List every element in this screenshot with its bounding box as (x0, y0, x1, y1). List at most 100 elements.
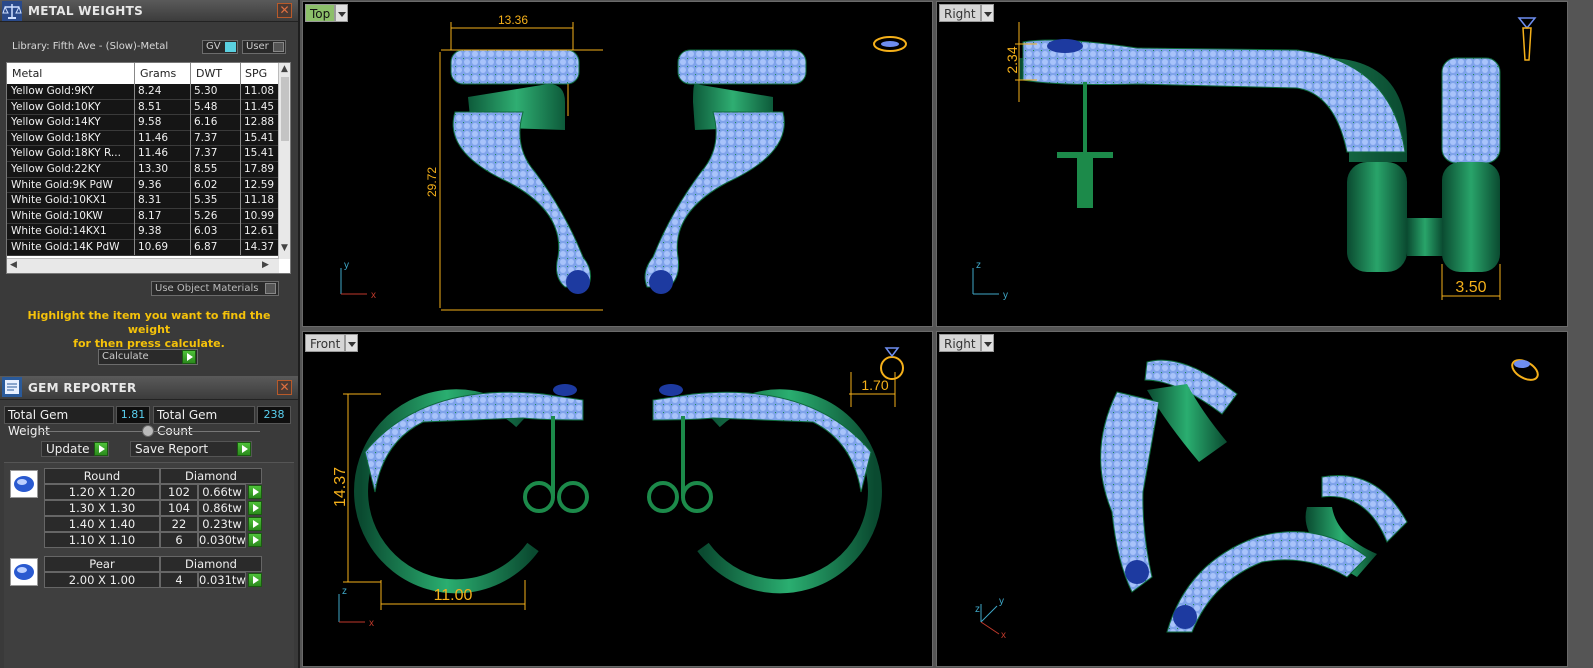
scale-icon (2, 1, 22, 21)
grams-cell: 11.46 (138, 147, 169, 160)
select-gems-button[interactable] (248, 501, 262, 515)
metal-name-cell: White Gold:14KX1 (11, 225, 107, 238)
grams-cell: 8.31 (138, 194, 162, 207)
top-dim-width: 13.36 (498, 13, 528, 27)
library-label: Library: Fifth Ave - (Slow)-Metal (12, 41, 169, 52)
save-report-button[interactable]: Save Report (130, 441, 252, 457)
chevron-down-icon[interactable] (345, 334, 359, 352)
gem-count-cell: 102 (160, 484, 198, 500)
viewport-right-1-label[interactable]: Right (939, 4, 994, 22)
collapse-icon[interactable] (142, 425, 154, 437)
viewport-right-2-label[interactable]: Right (939, 334, 994, 352)
user-toggle[interactable]: User (242, 40, 286, 54)
metal-table-hscroll[interactable]: ◀ ▶ (7, 258, 279, 273)
select-gems-button[interactable] (248, 485, 262, 499)
scroll-left-icon[interactable]: ◀ (10, 260, 17, 270)
metal-name-cell: Yellow Gold:14KY (11, 116, 101, 129)
gem-count-cell: 104 (160, 500, 198, 516)
table-row[interactable]: Yellow Gold:18KY R... 11.46 7.37 15.41 (7, 146, 279, 162)
total-gem-count-value: 238 (257, 406, 291, 424)
perspective-axis-gizmo: z y x (975, 596, 1006, 641)
spg-cell: 11.08 (244, 85, 275, 97)
spg-cell: 11.45 (244, 100, 275, 113)
scroll-up-icon[interactable]: ▲ (281, 64, 288, 74)
select-gems-button[interactable] (248, 533, 262, 547)
viewport-top-label[interactable]: Top (305, 4, 349, 22)
table-row[interactable]: Yellow Gold:14KY 9.58 6.16 12.88 (7, 115, 279, 131)
col-grams[interactable]: Grams (140, 67, 176, 80)
axis-z-label: z (975, 604, 980, 615)
col-divider (190, 63, 191, 255)
gem-reporter-title: GEM REPORTER (28, 381, 137, 395)
top-axis-gizmo: y x (340, 260, 376, 301)
gem-size-cell: 1.40 X 1.40 (44, 516, 160, 532)
calculate-button[interactable]: Calculate (98, 349, 198, 365)
axis-z-label: z (976, 260, 981, 271)
dwt-cell: 7.37 (194, 147, 218, 160)
table-row[interactable]: White Gold:10KW 8.17 5.26 10.99 (7, 208, 279, 225)
viewport-right-1-name: Right (944, 7, 976, 21)
table-row[interactable]: White Gold:10KX1 8.31 5.35 11.18 (7, 193, 279, 209)
ring-icon (880, 347, 904, 380)
right1-dim-b: 3.50 (1455, 279, 1486, 296)
right-view-render: 2.34 3.50 z y (972, 17, 1537, 301)
update-button[interactable]: Update (41, 441, 109, 457)
col-spg[interactable]: SPG (245, 67, 267, 80)
table-row[interactable]: White Gold:9K PdW 9.36 6.02 12.59 (7, 177, 279, 194)
user-label: User (246, 41, 269, 52)
gem-count-cell: 6 (160, 532, 198, 548)
gv-toggle[interactable]: GV (202, 40, 238, 54)
table-row[interactable]: White Gold:14K PdW 10.69 6.87 14.37 (7, 239, 279, 256)
metal-name-cell: White Gold:9K PdW (11, 178, 113, 191)
viewport-right-2[interactable]: z y x Right (936, 331, 1568, 667)
spg-cell: 11.18 (244, 194, 275, 207)
earring-icon (1517, 17, 1537, 61)
gem-reporter-close-icon[interactable]: ✕ (277, 380, 292, 395)
grams-cell: 9.36 (138, 178, 162, 191)
metal-table: Metal Grams DWT SPG Yellow Gold:9KY 8.24 5… (6, 62, 291, 274)
metal-name-cell: Yellow Gold:22KY (11, 162, 101, 175)
spg-cell: 17.89 (244, 162, 275, 175)
use-object-materials-toggle[interactable]: Use Object Materials (151, 281, 279, 296)
col-metal[interactable]: Metal (12, 67, 42, 80)
viewport-right-1[interactable]: 2.34 3.50 z y Right (936, 1, 1568, 327)
table-row[interactable]: Yellow Gold:10KY 8.51 5.48 11.45 (7, 99, 279, 116)
chevron-down-icon[interactable] (980, 4, 994, 22)
spg-cell: 10.99 (244, 209, 275, 222)
front-dim-width: 11.00 (434, 587, 473, 604)
top-view-render: 13.36 29.72 y x (340, 13, 907, 311)
spg-cell: 15.41 (244, 131, 275, 144)
dwt-cell: 7.37 (194, 131, 218, 144)
metal-table-vscroll[interactable]: ▲ ▼ (278, 63, 290, 259)
table-row[interactable]: Yellow Gold:9KY 8.24 5.30 11.08 (7, 84, 279, 100)
gem-weight-cell: 0.86tw (198, 500, 246, 516)
chevron-down-icon[interactable] (980, 334, 994, 352)
axis-z-label: z (342, 586, 347, 597)
scroll-down-icon[interactable]: ▼ (281, 243, 288, 253)
viewport-front[interactable]: 14.37 11.00 1.70 z x Front (302, 331, 933, 667)
viewport-front-label[interactable]: Front (305, 334, 359, 352)
dwt-cell: 5.30 (194, 85, 218, 97)
viewport-top[interactable]: 13.36 29.72 y x Top (302, 1, 933, 327)
metal-table-header: Metal Grams DWT SPG (7, 63, 279, 83)
col-divider (240, 63, 241, 255)
select-gems-button[interactable] (248, 573, 262, 587)
vscroll-thumb[interactable] (281, 77, 289, 141)
metal-weights-close-icon[interactable]: ✕ (277, 3, 292, 18)
select-gems-button[interactable] (248, 517, 262, 531)
axis-x-label: x (369, 618, 374, 629)
scroll-right-icon[interactable]: ▶ (262, 260, 269, 270)
col-dwt[interactable]: DWT (196, 67, 222, 80)
use-object-materials-label: Use Object Materials (155, 283, 259, 294)
table-row[interactable]: Yellow Gold:22KY 13.30 8.55 17.89 (7, 161, 279, 178)
right1-dim-a: 2.34 (1004, 46, 1020, 73)
table-row[interactable]: White Gold:14KX1 9.38 6.03 12.61 (7, 224, 279, 240)
spg-cell: 12.61 (244, 225, 275, 238)
grams-cell: 8.24 (138, 85, 162, 97)
metal-name-cell: White Gold:14K PdW (11, 240, 120, 253)
gem-weight-cell: 0.030tw (198, 532, 246, 548)
table-row[interactable]: Yellow Gold:18KY 11.46 7.37 15.41 (7, 130, 279, 147)
chevron-down-icon[interactable] (335, 4, 349, 22)
grams-cell: 11.46 (138, 131, 169, 144)
gem-shape-header: Round (44, 468, 160, 484)
